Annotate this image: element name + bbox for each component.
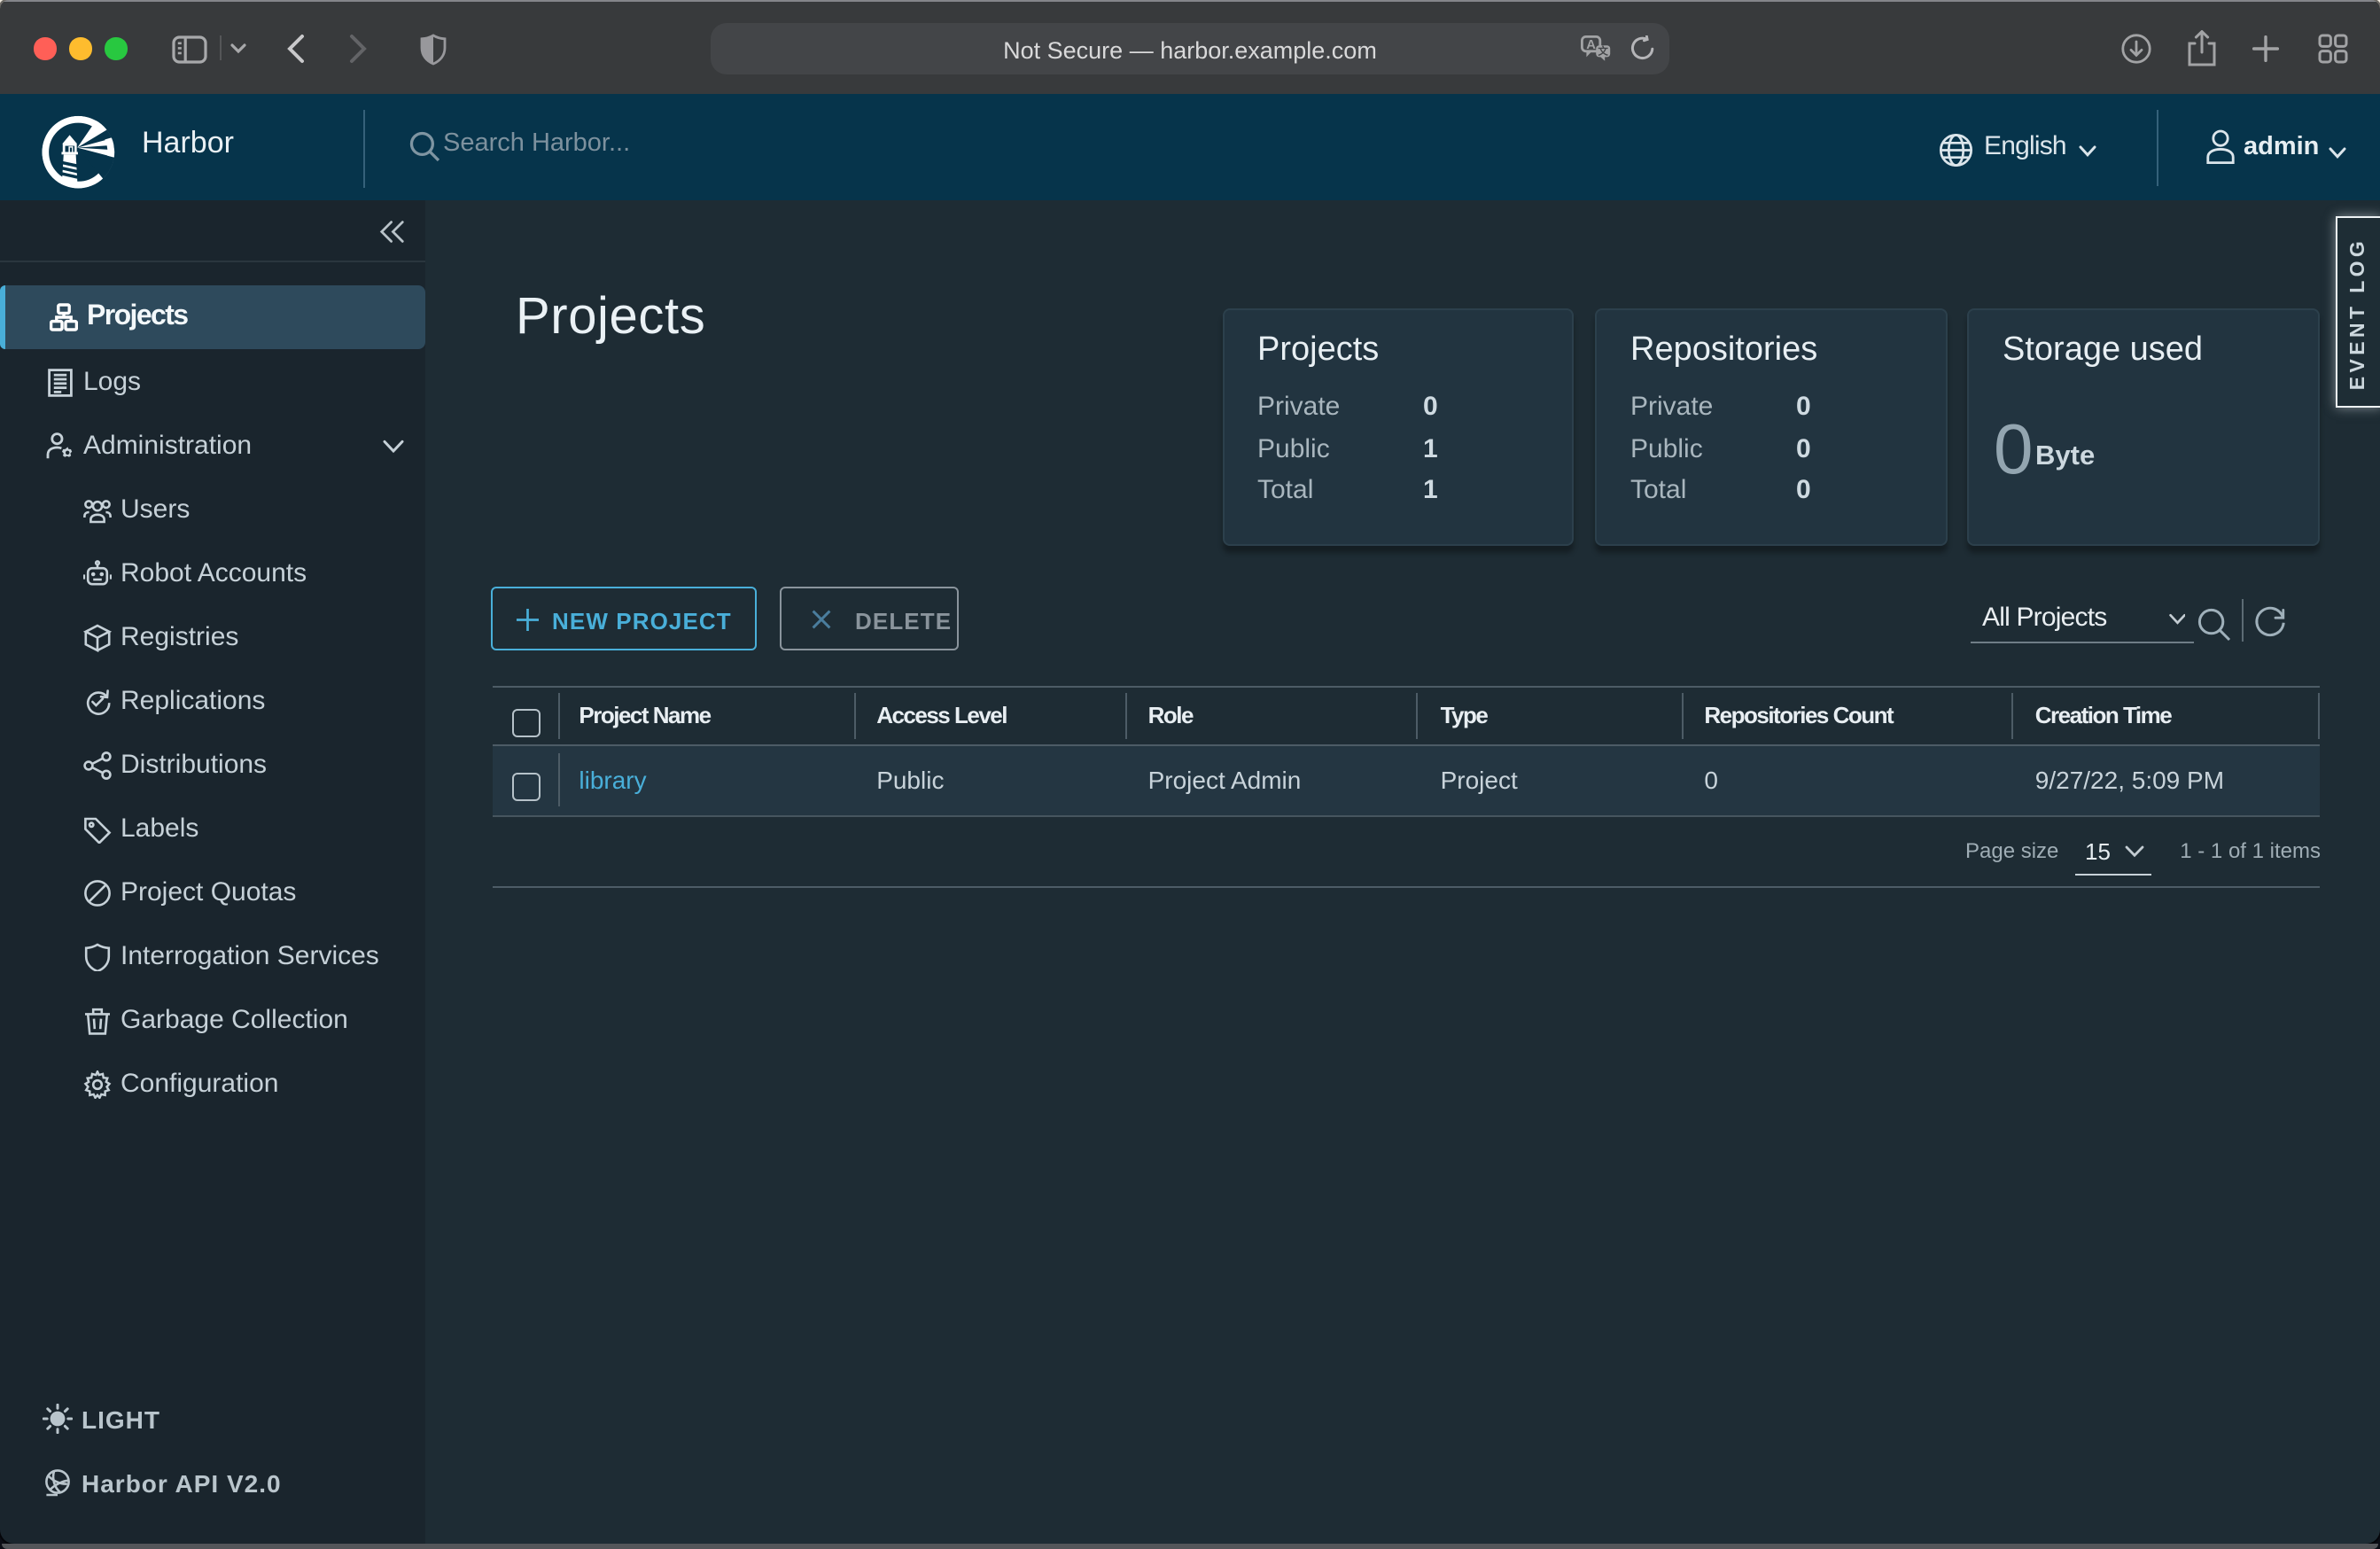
svg-text:文: 文 <box>1598 44 1608 57</box>
svg-text:A: A <box>1586 37 1596 51</box>
